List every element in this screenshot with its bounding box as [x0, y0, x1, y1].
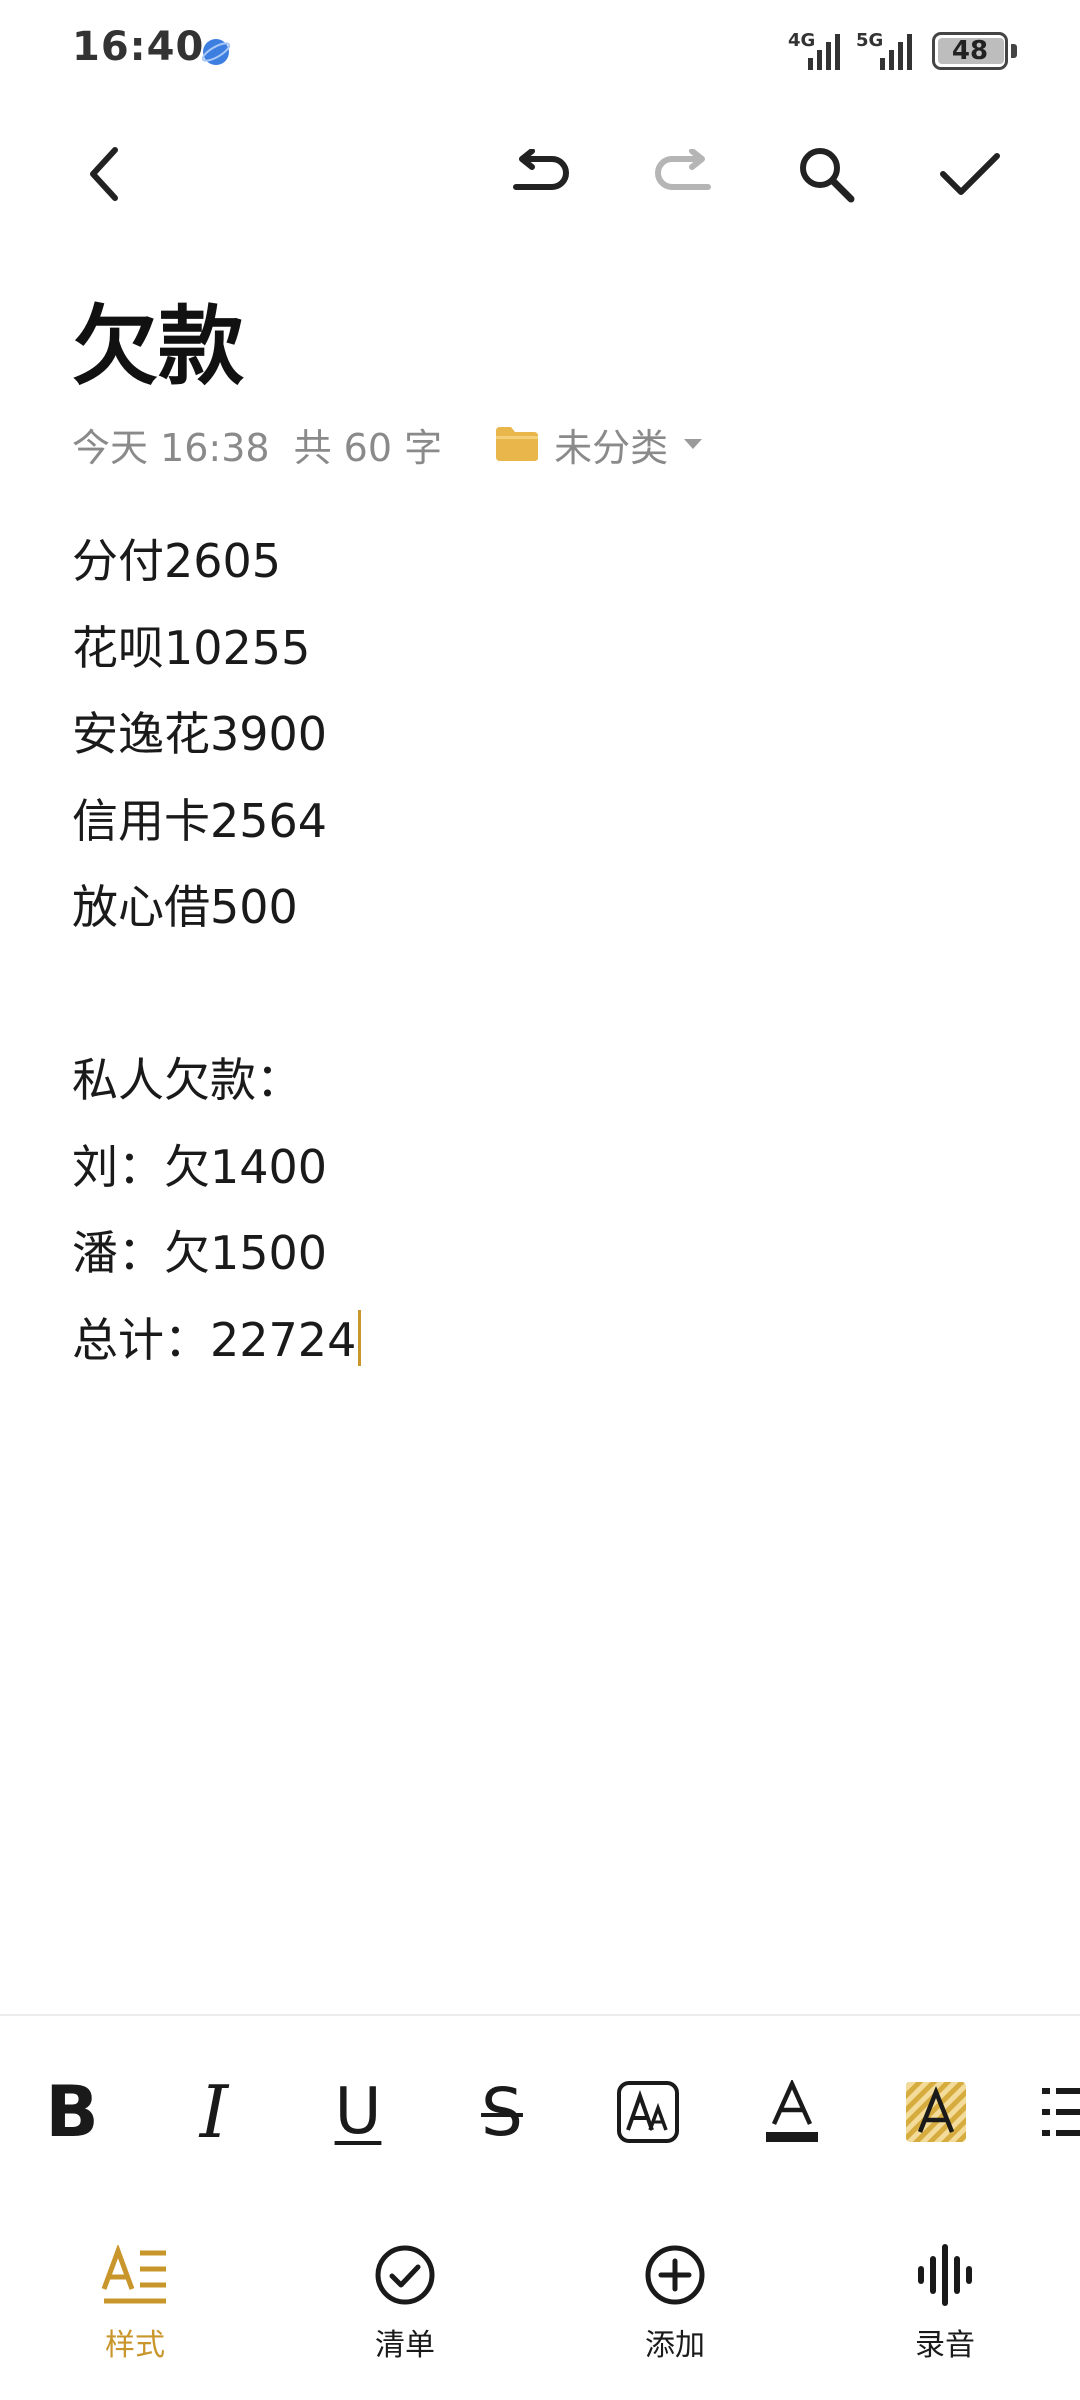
nav-checklist[interactable]: 清单	[330, 2232, 480, 2372]
nav-record-label: 录音	[915, 2328, 975, 2363]
text-style-icon	[101, 2245, 166, 2304]
nav-record[interactable]: 录音	[870, 2232, 1020, 2372]
font-size-button[interactable]	[600, 2064, 696, 2160]
note-line-last: 总计：22724	[72, 1309, 1012, 1396]
note-title[interactable]: 欠款	[72, 276, 244, 401]
signal-bars-icon	[880, 34, 912, 70]
redo-icon	[655, 149, 711, 190]
nav-style[interactable]: 样式	[60, 2232, 210, 2372]
caret-down-icon	[684, 439, 703, 449]
italic-button[interactable]: I	[166, 2064, 262, 2160]
add-circle-icon	[645, 2245, 705, 2305]
note-body-editor[interactable]: 分付2605 花呗10255 安逸花3900 信用卡2564 放心借500 私人…	[72, 530, 1012, 1395]
done-button[interactable]	[932, 136, 1008, 212]
redo-button[interactable]	[646, 136, 722, 212]
text-caret	[358, 1309, 362, 1366]
chevron-left-icon	[90, 147, 118, 201]
font-size-icon	[617, 2081, 679, 2143]
text-color-icon	[766, 2080, 818, 2142]
search-icon	[800, 148, 855, 203]
battery-level: 48	[951, 36, 989, 66]
highlight-icon	[906, 2082, 966, 2142]
nav-add-label: 添加	[645, 2328, 705, 2363]
format-toolbar: B I U S	[0, 2064, 1080, 2160]
bottom-nav: 样式 清单 添加 录音	[0, 2232, 1080, 2372]
folder-icon	[496, 427, 539, 461]
note-line: 私人欠款：	[72, 1053, 302, 1107]
undo-icon	[513, 149, 569, 190]
note-line: 潘：欠1500	[72, 1226, 328, 1280]
nav-checklist-label: 清单	[375, 2328, 435, 2363]
status-bar: 16:40 4G 5G 48	[0, 0, 1080, 100]
browser-app-icon	[201, 39, 231, 65]
note-line: 分付2605	[72, 534, 282, 588]
note-line: 安逸花3900	[72, 707, 328, 761]
underline-button[interactable]: U	[310, 2064, 406, 2160]
list-icon	[1042, 2088, 1080, 2136]
folder-selector[interactable]: 未分类	[494, 417, 718, 472]
status-time: 16:40	[72, 24, 205, 70]
note-line: 信用卡2564	[72, 793, 328, 848]
note-line: 花呗10255	[72, 620, 311, 675]
divider	[0, 2014, 1080, 2016]
note-date: 今天 16:38	[72, 425, 270, 470]
note-line: 放心借500	[72, 880, 298, 934]
italic-glyph: I	[199, 2070, 229, 2154]
strikethrough-button[interactable]: S	[454, 2064, 550, 2160]
search-button[interactable]	[788, 136, 864, 212]
highlight-button[interactable]	[888, 2064, 984, 2160]
signal-4g: 4G	[788, 30, 848, 72]
note-line: 刘：欠1400	[72, 1139, 328, 1194]
nav-add[interactable]: 添加	[600, 2232, 750, 2372]
folder-label: 未分类	[554, 425, 669, 470]
note-line	[72, 963, 1012, 1050]
voice-wave-icon	[918, 2244, 972, 2306]
bold-button[interactable]: B	[24, 2064, 120, 2160]
checklist-icon	[375, 2245, 435, 2305]
list-button[interactable]	[1036, 2064, 1080, 2160]
word-count: 共 60 字	[293, 425, 443, 470]
nav-style-label: 样式	[105, 2328, 165, 2363]
text-color-button[interactable]	[744, 2064, 840, 2160]
underline-glyph: U	[334, 2075, 382, 2149]
note-meta: 今天 16:38 共 60 字 未分类	[72, 418, 718, 470]
strikethrough-glyph: S	[481, 2073, 523, 2151]
battery-indicator: 48	[932, 32, 1008, 70]
check-icon	[940, 153, 1000, 195]
signal-bars-icon	[808, 34, 840, 70]
bold-glyph: B	[45, 2071, 99, 2153]
back-button[interactable]	[68, 136, 144, 212]
note-line-text: 总计：22724	[72, 1312, 357, 1367]
signal-5g: 5G	[856, 30, 920, 72]
undo-button[interactable]	[502, 136, 578, 212]
